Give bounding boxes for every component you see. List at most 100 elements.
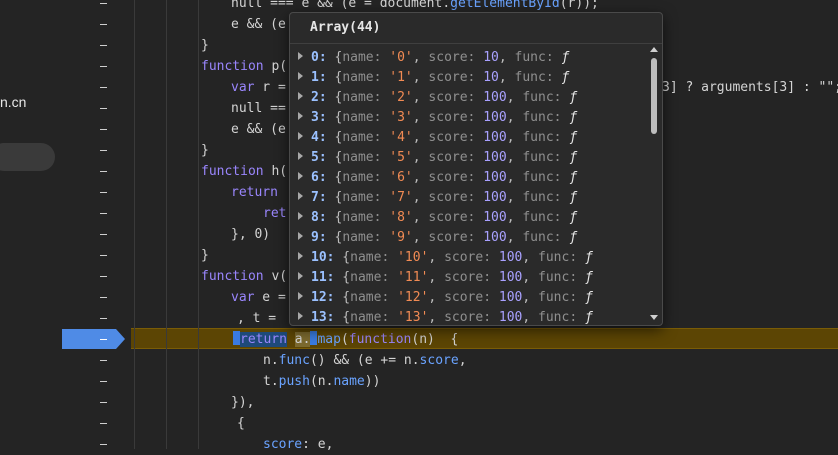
entry-key-func: func:: [538, 270, 578, 285]
entry-name-value: '6': [389, 170, 413, 185]
step-caret-icon: [233, 331, 240, 345]
entry-index: 11:: [311, 270, 335, 285]
scrollbar-thumb[interactable]: [651, 58, 657, 134]
code-line: }),: [231, 392, 254, 413]
array-entry-row[interactable]: 2: {name: '2', score: 100, func: ƒ: [298, 88, 577, 108]
code-token: () && (e += n.: [309, 353, 420, 368]
entry-index: 8:: [311, 210, 327, 225]
entry-name-value: '3': [389, 110, 413, 125]
expand-triangle-icon[interactable]: [298, 312, 303, 320]
array-entry-row[interactable]: 5: {name: '5', score: 100, func: ƒ: [298, 148, 577, 168]
entry-name-value: '11': [397, 270, 429, 285]
expand-triangle-icon[interactable]: [298, 132, 303, 140]
breakpoint-marker[interactable]: [62, 329, 116, 349]
code-token: }: [201, 248, 209, 263]
entry-text: {: [326, 150, 343, 165]
entry-text: ,: [498, 50, 515, 65]
function-glyph-icon: ƒ: [569, 210, 578, 225]
entry-text: ,: [522, 250, 539, 265]
popover-scrollbar[interactable]: [650, 44, 658, 323]
entry-text: [389, 250, 397, 265]
line-gutter[interactable]: [62, 0, 130, 449]
entry-key-func: func:: [538, 250, 578, 265]
code-line: function h(: [201, 161, 287, 182]
array-entry-row[interactable]: 10: {name: '10', score: 100, func: ƒ: [298, 248, 593, 268]
code-token: function: [201, 59, 264, 74]
entry-text: [554, 50, 562, 65]
entry-index: 6:: [311, 170, 327, 185]
code-token: {: [237, 416, 245, 431]
entry-key-name: name:: [342, 90, 382, 105]
entry-text: {: [334, 250, 351, 265]
function-glyph-icon: ƒ: [569, 130, 578, 145]
expand-triangle-icon[interactable]: [298, 252, 303, 260]
gutter-line-marker: [100, 66, 107, 67]
entry-index: 10:: [311, 250, 335, 265]
entry-key-name: name:: [342, 50, 382, 65]
entry-key-score: score:: [428, 230, 476, 245]
code-token: t.: [263, 374, 279, 389]
entry-text: [577, 250, 585, 265]
entry-key-name: name:: [350, 290, 390, 305]
code-token: null === e && (e = document.: [231, 0, 451, 11]
expand-triangle-icon[interactable]: [298, 272, 303, 280]
entry-index: 5:: [311, 150, 327, 165]
entry-key-name: name:: [342, 70, 382, 85]
expand-triangle-icon[interactable]: [298, 72, 303, 80]
code-token: function: [201, 269, 264, 284]
entry-key-name: name:: [342, 110, 382, 125]
entry-key-score: score:: [444, 250, 492, 265]
sidebar-search-pill[interactable]: [0, 143, 55, 171]
array-entry-row[interactable]: 0: {name: '0', score: 10, func: ƒ: [298, 48, 569, 68]
array-entry-row[interactable]: 12: {name: '12', score: 100, func: ƒ: [298, 288, 593, 308]
array-entry-row[interactable]: 1: {name: '1', score: 10, func: ƒ: [298, 68, 569, 88]
array-entry-row[interactable]: 8: {name: '8', score: 100, func: ƒ: [298, 208, 577, 228]
entry-text: ,: [412, 190, 429, 205]
gutter-line-marker: [100, 402, 107, 403]
entry-key-name: name:: [342, 130, 382, 145]
entry-key-score: score:: [428, 90, 476, 105]
map-method: map: [317, 332, 341, 347]
expand-triangle-icon[interactable]: [298, 92, 303, 100]
gutter-line-marker: [100, 45, 107, 46]
expand-triangle-icon[interactable]: [298, 52, 303, 60]
array-entry-row[interactable]: 11: {name: '11', score: 100, func: ƒ: [298, 268, 593, 288]
code-line: return: [231, 182, 278, 203]
code-line: function p(: [201, 56, 287, 77]
entry-score-value: 100: [483, 110, 507, 125]
array-entry-row[interactable]: 3: {name: '3', score: 100, func: ƒ: [298, 108, 577, 128]
code-token: e && (e: [231, 122, 286, 137]
entry-index: 3:: [311, 110, 327, 125]
entry-text: [491, 290, 499, 305]
variable-popover[interactable]: Array(44) 0: {name: '0', score: 10, func…: [289, 12, 663, 326]
expand-triangle-icon[interactable]: [298, 212, 303, 220]
expand-triangle-icon[interactable]: [298, 232, 303, 240]
entry-key-name: name:: [342, 190, 382, 205]
function-glyph-icon: ƒ: [569, 170, 578, 185]
array-entry-row[interactable]: 6: {name: '6', score: 100, func: ƒ: [298, 168, 577, 188]
entry-text: ,: [522, 290, 539, 305]
array-entries-list[interactable]: 0: {name: '0', score: 10, func: ƒ 1: {nam…: [290, 44, 648, 325]
scroll-up-arrow-icon[interactable]: [650, 47, 658, 52]
code-line: var e =: [231, 287, 286, 308]
array-entry-row[interactable]: 4: {name: '4', score: 100, func: ƒ: [298, 128, 577, 148]
scroll-down-arrow-icon[interactable]: [650, 315, 658, 320]
entry-text: [577, 270, 585, 285]
entry-text: [389, 290, 397, 305]
entry-text: {: [326, 230, 343, 245]
expand-triangle-icon[interactable]: [298, 172, 303, 180]
expand-triangle-icon[interactable]: [298, 112, 303, 120]
array-entry-row[interactable]: 9: {name: '9', score: 100, func: ƒ: [298, 228, 577, 248]
code-line: ret: [263, 203, 286, 224]
entry-score-value: 100: [498, 270, 523, 285]
expand-triangle-icon[interactable]: [298, 192, 303, 200]
array-entry-row[interactable]: 7: {name: '7', score: 100, func: ƒ: [298, 188, 577, 208]
expand-triangle-icon[interactable]: [298, 152, 303, 160]
array-entry-row[interactable]: 13: {name: '13', score: 100, func: ƒ: [298, 308, 593, 325]
entry-text: ,: [506, 150, 523, 165]
entry-name-value: '8': [389, 210, 413, 225]
code-line: t.push(n.name)): [263, 371, 380, 392]
entry-key-func: func:: [538, 310, 578, 325]
expand-triangle-icon[interactable]: [298, 292, 303, 300]
gutter-line-marker: [100, 192, 107, 193]
